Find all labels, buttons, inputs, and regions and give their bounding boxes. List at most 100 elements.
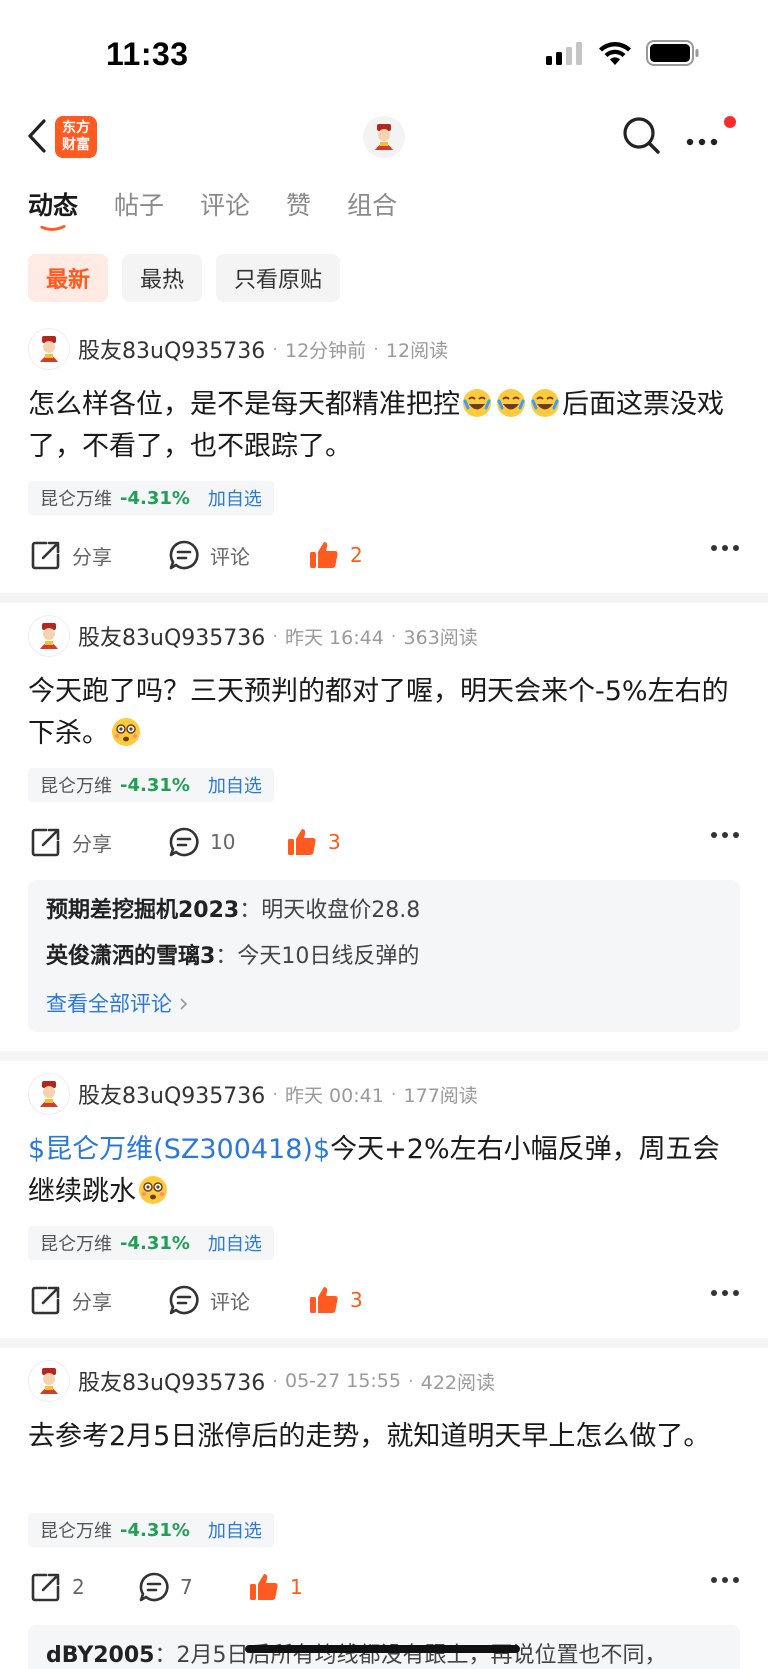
add-watchlist-button[interactable]: 加自选: [208, 1517, 262, 1543]
commenter-name[interactable]: 预期差挖掘机2023: [46, 898, 239, 923]
post-meta: 股友83uQ935736 · 昨天 16:44 · 363阅读: [28, 615, 478, 657]
add-watchlist-button[interactable]: 加自选: [208, 1230, 262, 1256]
share-icon: [31, 828, 60, 857]
filter-original-only[interactable]: 只看原贴: [216, 254, 341, 302]
back-button[interactable]: [22, 116, 52, 156]
post-more-icon[interactable]: [710, 1575, 740, 1585]
fortune-god-avatar-icon: [40, 623, 58, 649]
post-text: 去参考2月5日涨停后的走势，就知道明天早上怎么做了。: [28, 1421, 711, 1452]
comment-preview[interactable]: 预期差挖掘机2023：明天收盘价28.8 英俊潇洒的雪璃3：今天10日线反弹的 …: [28, 880, 740, 1032]
stock-change: -4.31%: [120, 1519, 190, 1541]
share-label: 分享: [72, 544, 112, 569]
share-icon: [31, 1286, 60, 1315]
comment-icon: [169, 1285, 199, 1315]
battery-icon: [646, 40, 699, 66]
profile-avatar[interactable]: [363, 116, 405, 158]
app-logo-line1: 东方: [62, 120, 90, 136]
commenter-name[interactable]: dBY2005: [46, 1643, 154, 1668]
read-count: 12阅读: [385, 339, 449, 362]
thumbs-up-icon: [250, 1574, 278, 1600]
fortune-god-avatar-icon: [375, 124, 393, 150]
app-logo[interactable]: 东方 财富: [55, 116, 97, 158]
author-name[interactable]: 股友83uQ935736: [78, 620, 265, 652]
tab-likes[interactable]: 赞: [286, 186, 311, 226]
laughing-crying-emoji-icon: [497, 389, 525, 417]
like-button[interactable]: 3: [286, 826, 341, 858]
nav-bar: 东方 财富: [0, 106, 768, 166]
view-all-label: 查看全部评论: [46, 992, 172, 1016]
post-more-icon[interactable]: [710, 830, 740, 840]
read-count: 363阅读: [403, 626, 478, 649]
view-all-comments-link[interactable]: 查看全部评论: [46, 988, 722, 1018]
tab-activity[interactable]: 动态: [28, 186, 78, 226]
post-actions: 分享 10 3: [30, 820, 740, 864]
thinking-face-emoji-icon: [112, 718, 140, 746]
comment-icon: [169, 827, 199, 857]
post-divider: [0, 1051, 768, 1061]
chevron-right-icon: [180, 998, 187, 1010]
like-button[interactable]: 2: [308, 539, 363, 571]
post-time: 05-27 15:55: [284, 1370, 401, 1392]
like-button[interactable]: 1: [248, 1571, 303, 1603]
filter-hot[interactable]: 最热: [122, 254, 203, 302]
comment-button[interactable]: 10: [168, 826, 286, 858]
notification-dot: [724, 116, 736, 128]
comment-icon: [169, 540, 199, 570]
comment-text: 今天10日线反弹的: [237, 944, 420, 969]
tab-posts[interactable]: 帖子: [114, 186, 164, 226]
stock-tag[interactable]: 昆仑万维 -4.31% 加自选: [28, 481, 274, 515]
post-content[interactable]: 怎么样各位，是不是每天都精准把控 后面这票没戏了，不看了，也不跟踪了。: [28, 384, 740, 468]
comment-count: 10: [210, 830, 236, 854]
post-meta: 股友83uQ935736 · 昨天 00:41 · 177阅读: [28, 1073, 478, 1115]
comment-button[interactable]: 评论: [168, 1284, 308, 1316]
stock-link[interactable]: $昆仑万维(SZ300418)$: [28, 1134, 330, 1165]
thumbs-up-icon: [310, 1287, 338, 1313]
share-button[interactable]: 分享: [30, 1284, 168, 1316]
filter-latest[interactable]: 最新: [28, 254, 109, 302]
share-button[interactable]: 分享: [30, 826, 168, 858]
author-name[interactable]: 股友83uQ935736: [78, 333, 265, 365]
post-content[interactable]: 去参考2月5日涨停后的走势，就知道明天早上怎么做了。: [28, 1416, 740, 1458]
avatar[interactable]: [28, 1360, 70, 1402]
stock-tag[interactable]: 昆仑万维 -4.31% 加自选: [28, 768, 274, 802]
stock-tag[interactable]: 昆仑万维 -4.31% 加自选: [28, 1513, 274, 1547]
post-meta: 股友83uQ935736 · 05-27 15:55 · 422阅读: [28, 1360, 495, 1402]
comment-button[interactable]: 7: [138, 1571, 248, 1603]
stock-name: 昆仑万维: [40, 1234, 112, 1255]
add-watchlist-button[interactable]: 加自选: [208, 485, 262, 511]
post-meta: 股友83uQ935736 · 12分钟前 · 12阅读: [28, 328, 448, 370]
author-name[interactable]: 股友83uQ935736: [78, 1365, 265, 1397]
stock-name: 昆仑万维: [40, 1521, 112, 1542]
avatar[interactable]: [28, 328, 70, 370]
read-count: 177阅读: [403, 1084, 478, 1107]
comment-label: 评论: [210, 544, 250, 569]
laughing-crying-emoji-icon: [463, 389, 491, 417]
like-button[interactable]: 3: [308, 1284, 363, 1316]
comment-text: 明天收盘价28.8: [261, 898, 421, 923]
status-time: 11:33: [106, 36, 189, 72]
author-name[interactable]: 股友83uQ935736: [78, 1078, 265, 1110]
like-count: 1: [290, 1575, 303, 1599]
comment-button[interactable]: 评论: [168, 539, 308, 571]
post-content[interactable]: $昆仑万维(SZ300418)$今天+2%左右小幅反弹，周五会继续跳水: [28, 1129, 740, 1213]
avatar[interactable]: [28, 615, 70, 657]
share-button[interactable]: 2: [30, 1571, 138, 1603]
tab-portfolio[interactable]: 组合: [347, 186, 397, 226]
cellular-signal-icon: [546, 42, 582, 65]
comment-item: 英俊潇洒的雪璃3：今天10日线反弹的: [46, 944, 420, 969]
avatar[interactable]: [28, 1073, 70, 1115]
tab-comments[interactable]: 评论: [200, 186, 250, 226]
share-label: 分享: [72, 1289, 112, 1314]
profile-tabs: 动态 帖子 评论 赞 组合: [28, 186, 397, 226]
commenter-name[interactable]: 英俊潇洒的雪璃3: [46, 944, 215, 969]
stock-tag[interactable]: 昆仑万维 -4.31% 加自选: [28, 1226, 274, 1260]
post-more-icon[interactable]: [710, 1288, 740, 1298]
stock-name: 昆仑万维: [40, 489, 112, 510]
post-content[interactable]: 今天跑了吗？三天预判的都对了喔，明天会来个-5%左右的下杀。: [28, 671, 740, 755]
meta-separator: ·: [272, 1083, 278, 1105]
share-count: 2: [72, 1575, 85, 1599]
search-button[interactable]: [620, 114, 664, 158]
add-watchlist-button[interactable]: 加自选: [208, 772, 262, 798]
post-more-icon[interactable]: [710, 543, 740, 553]
share-button[interactable]: 分享: [30, 539, 168, 571]
